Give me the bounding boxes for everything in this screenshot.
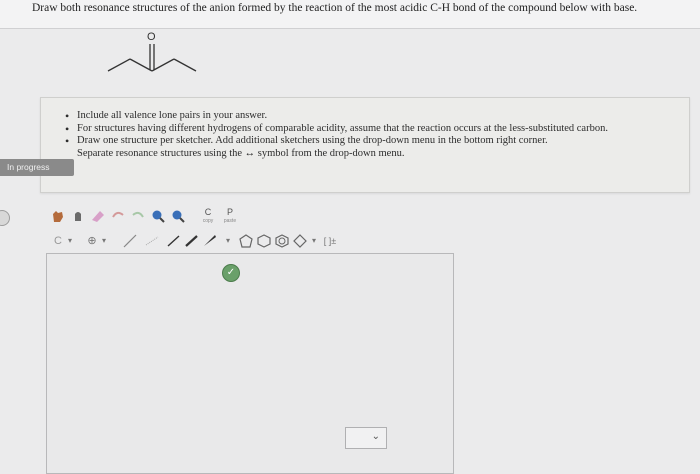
triple-bond-tool-icon[interactable] (184, 233, 200, 249)
eraser-icon[interactable] (90, 208, 106, 224)
instruction-item: • For structures having different hydroge… (65, 121, 608, 136)
chevron-down-icon[interactable]: ▾ (96, 233, 112, 249)
paste-button[interactable]: P paste (222, 208, 238, 225)
bullet-icon: • (65, 134, 70, 148)
chevron-down-icon[interactable]: ▾ (62, 233, 78, 249)
oxygen-label: O (147, 31, 156, 43)
expand-handle-icon[interactable] (0, 210, 10, 226)
double-bond-tool-icon[interactable] (166, 233, 182, 249)
drawing-canvas[interactable] (46, 253, 454, 474)
status-badge: In progress (0, 159, 74, 176)
zoom-in-icon[interactable] (150, 208, 166, 224)
bond-c4-c5 (173, 58, 197, 72)
question-header: Draw both resonance structures of the an… (0, 0, 700, 29)
chevron-down-icon[interactable]: ▾ (306, 233, 322, 249)
copy-button[interactable]: C copy (200, 208, 216, 225)
bracket-tool[interactable]: [ ]± (322, 233, 338, 249)
redo-icon[interactable] (130, 208, 146, 224)
instruction-item: • Include all valence lone pairs in your … (65, 109, 268, 123)
lasso-select-icon[interactable] (70, 208, 86, 224)
cyclohexane-icon[interactable] (256, 233, 272, 249)
instruction-item: Separate resonance structures using the … (77, 147, 405, 159)
zoom-out-icon[interactable] (170, 208, 186, 224)
check-icon[interactable]: ✓ (222, 264, 240, 282)
add-sketcher-dropdown[interactable]: ⌄ (345, 427, 387, 449)
bond-c2-c3 (129, 58, 153, 72)
cyclopentane-icon[interactable] (238, 233, 254, 249)
single-bond-tool-icon[interactable] (122, 233, 138, 249)
bullet-icon: • (65, 109, 70, 123)
wedge-bond-tool-icon[interactable] (202, 233, 218, 249)
chevron-down-icon: ⌄ (371, 431, 380, 442)
bond-c3-c4 (151, 58, 175, 72)
bond-c1-c2 (107, 58, 131, 72)
hand-tool-icon[interactable] (50, 208, 66, 224)
benzene-icon[interactable] (274, 233, 290, 249)
question-text: Draw both resonance structures of the an… (32, 2, 638, 14)
undo-icon[interactable] (110, 208, 126, 224)
hashed-bond-tool-icon[interactable] (144, 233, 160, 249)
instructions-list: • Include all valence lone pairs in your … (41, 98, 689, 160)
chevron-down-icon[interactable]: ▾ (220, 233, 236, 249)
molecule-structure: O (107, 31, 197, 72)
instruction-item: • Draw one structure per sketcher. Add ad… (65, 134, 548, 148)
instructions-panel: • Include all valence lone pairs in your … (40, 97, 690, 193)
